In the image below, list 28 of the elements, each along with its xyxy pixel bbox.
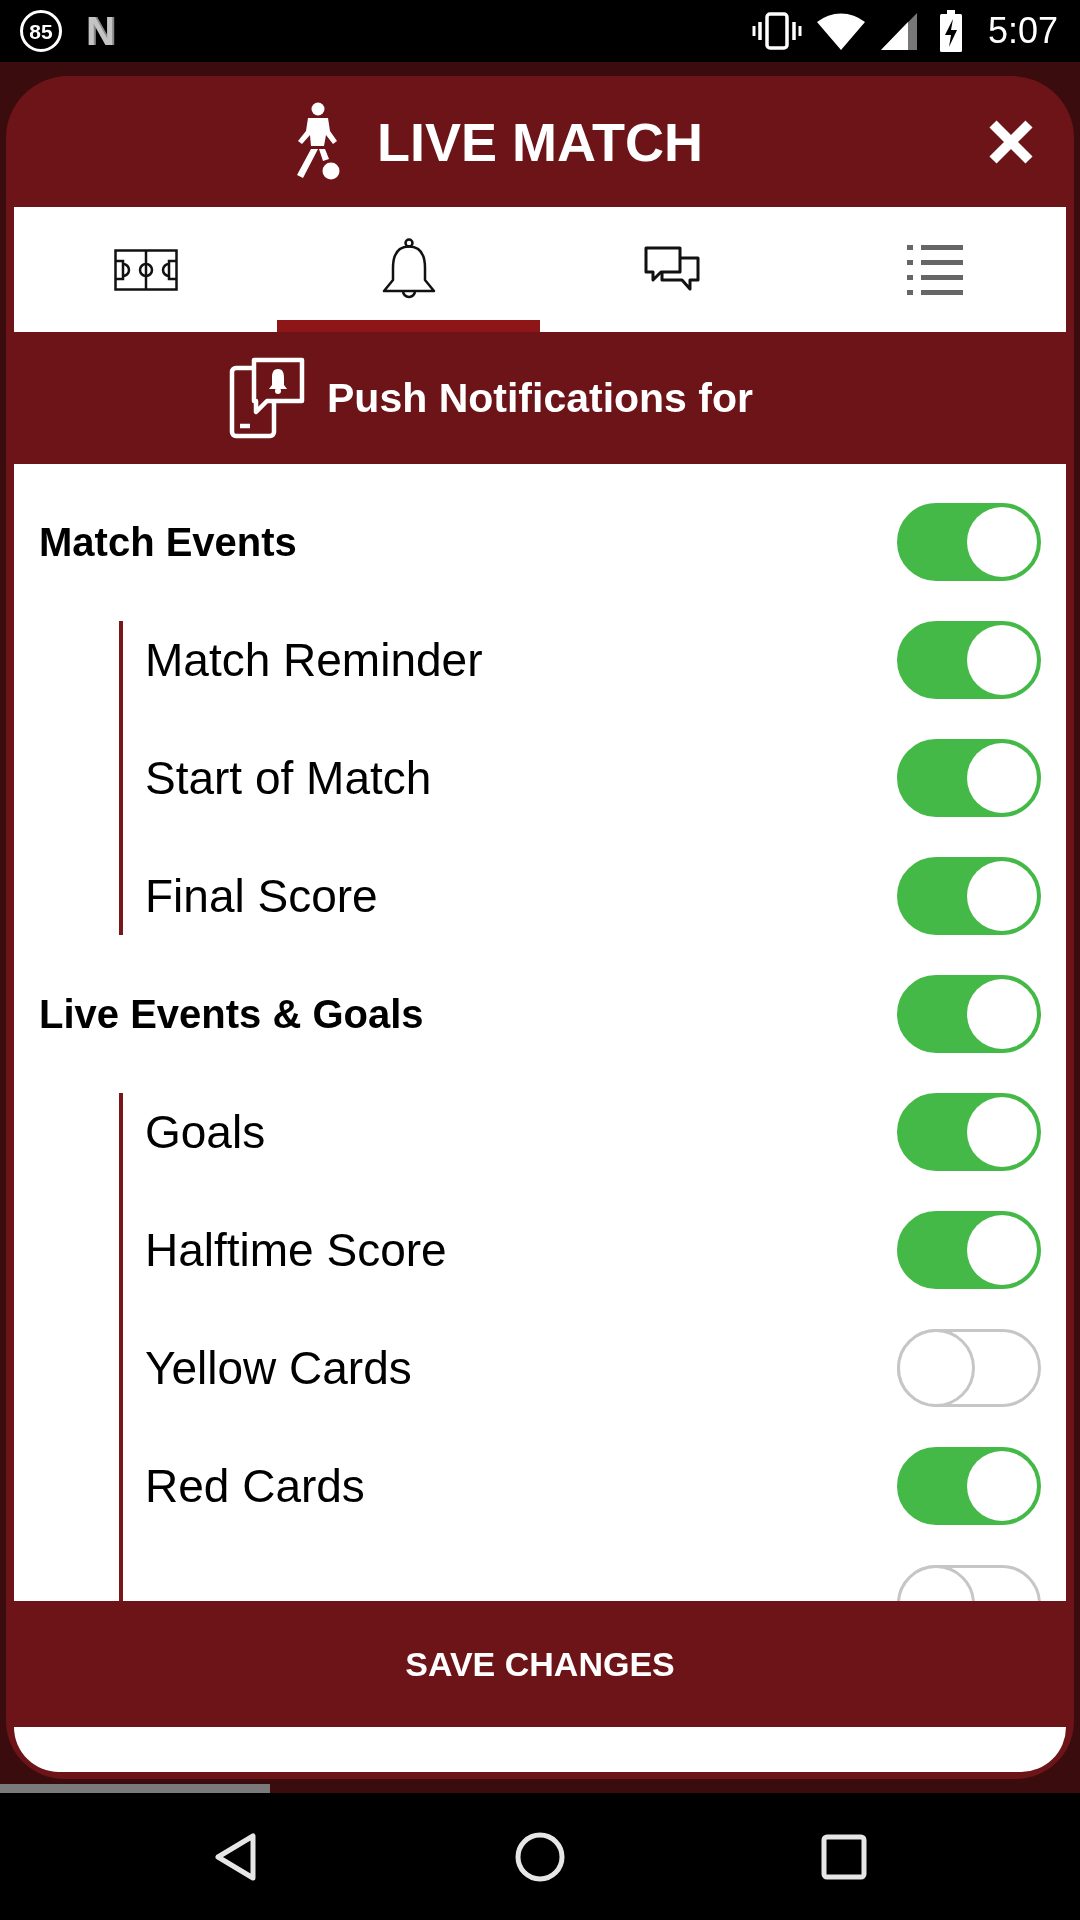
back-triangle-icon xyxy=(213,1831,259,1882)
status-time: 5:07 xyxy=(987,13,1058,49)
wifi-icon xyxy=(815,11,866,51)
home-button[interactable] xyxy=(515,1831,565,1882)
signal-icon xyxy=(879,11,918,51)
notification-count: 85 xyxy=(20,10,62,52)
back-button[interactable] xyxy=(213,1831,259,1882)
close-button[interactable] xyxy=(987,117,1035,166)
home-circle-icon xyxy=(515,1831,565,1882)
close-icon xyxy=(987,117,1035,166)
section-title: Push Notifications for xyxy=(327,377,753,419)
setting-label: Start of Match xyxy=(145,752,432,804)
dialog-title: LIVE MATCH xyxy=(377,114,703,169)
group-label: Live Events & Goals xyxy=(39,992,424,1036)
battery-charging-icon xyxy=(939,10,962,52)
phone-bell-icon xyxy=(229,357,305,439)
pitch-icon xyxy=(113,248,178,291)
vibrate-icon xyxy=(751,11,802,51)
app-logo: N xyxy=(86,11,115,51)
setting-label: Goals xyxy=(145,1106,266,1158)
group-label: Match Events xyxy=(39,520,297,564)
setting-label: Final Score xyxy=(145,870,378,922)
setting-label: Yellow Cards xyxy=(145,1342,412,1394)
recents-square-icon xyxy=(821,1833,867,1880)
setting-label: Halftime Score xyxy=(145,1224,447,1276)
recents-button[interactable] xyxy=(821,1833,867,1880)
setting-label: Match Reminder xyxy=(145,634,483,686)
setting-label: Red Cards xyxy=(145,1460,365,1512)
